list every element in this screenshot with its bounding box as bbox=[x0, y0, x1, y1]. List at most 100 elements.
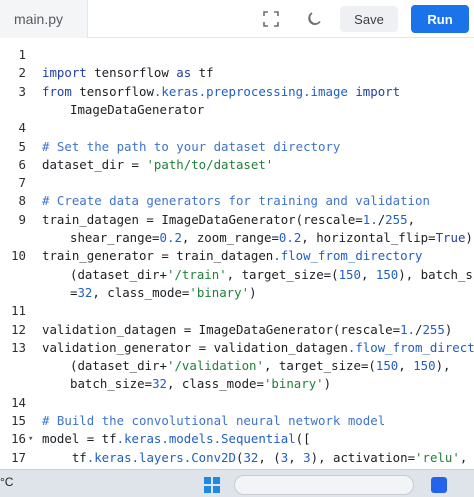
code-text: model = tf.keras.models.Sequential([ bbox=[42, 430, 311, 448]
save-button-label: Save bbox=[354, 11, 384, 27]
code-text: (dataset_dir+'/train', target_size=(150,… bbox=[70, 266, 474, 284]
code-line[interactable]: 9 train_datagen = ImageDataGenerator(resc… bbox=[0, 211, 474, 229]
code-token: , horizontal_flip= bbox=[301, 230, 436, 245]
code-token: 32 bbox=[152, 376, 167, 392]
code-line[interactable]: 5 # Set the path to your dataset director… bbox=[0, 138, 474, 156]
code-token: , zoom_range= bbox=[181, 230, 279, 245]
code-token: import bbox=[355, 83, 401, 99]
code-token: from bbox=[42, 83, 72, 99]
code-token: 255 bbox=[422, 321, 445, 337]
line-number: 6 bbox=[18, 156, 26, 172]
code-token: import bbox=[42, 65, 87, 81]
windows-start-icon[interactable] bbox=[204, 477, 220, 493]
code-token: .keras.models.Sequential bbox=[116, 431, 296, 447]
code-token: ) bbox=[249, 284, 257, 300]
os-taskbar: °C bbox=[0, 469, 474, 497]
code-line[interactable]: 7 bbox=[0, 174, 474, 192]
line-number: 1 bbox=[18, 47, 26, 62]
code-text: tf.keras.layers.Conv2D(32, (3, 3), activ… bbox=[42, 449, 467, 467]
line-number: 17 bbox=[11, 449, 26, 465]
code-token: ), batch_size bbox=[398, 266, 474, 282]
code-token: , class_mode= bbox=[92, 284, 190, 300]
line-number: 4 bbox=[18, 120, 26, 136]
code-line[interactable]: 3 from tensorflow.keras.preprocessing.ima… bbox=[0, 83, 474, 101]
code-token: , bbox=[288, 449, 304, 465]
code-text: from tensorflow.keras.preprocessing.imag… bbox=[42, 83, 400, 101]
file-tab[interactable]: main.py bbox=[0, 0, 88, 38]
code-token: 150 bbox=[338, 266, 361, 282]
code-line[interactable]: (dataset_dir+'/train', target_size=(150,… bbox=[0, 266, 474, 284]
code-line[interactable]: shear_range=0.2, zoom_range=0.2, horizon… bbox=[0, 229, 474, 247]
code-editor[interactable]: 1 2 import tensorflow as tf 3 from tensorflo… bbox=[0, 38, 474, 469]
run-button[interactable]: Run bbox=[411, 5, 469, 33]
code-token: .flow_from_directory bbox=[273, 248, 423, 264]
fold-chevron-icon[interactable]: ▾ bbox=[28, 430, 33, 448]
code-token: , ( bbox=[258, 449, 281, 465]
fullscreen-icon[interactable] bbox=[259, 7, 283, 31]
code-token: 150 bbox=[413, 358, 436, 374]
code-token: ImageDataGenerator bbox=[70, 101, 205, 117]
code-text: # Create data generators for training an… bbox=[42, 192, 430, 210]
code-token: 255 bbox=[385, 211, 408, 227]
code-token: , target_size=( bbox=[263, 358, 376, 374]
code-line[interactable]: 4 bbox=[0, 119, 474, 137]
code-line[interactable]: (dataset_dir+'/validation', target_size=… bbox=[0, 357, 474, 375]
code-token: 1. bbox=[362, 211, 378, 227]
code-token: 150 bbox=[375, 266, 399, 282]
code-line[interactable]: 15 # Build the convolutional neural netwo… bbox=[0, 412, 474, 430]
code-token: # Build the convolutional neural network… bbox=[42, 413, 386, 428]
code-token: tensorflow bbox=[71, 83, 154, 99]
code-line[interactable]: =32, class_mode='binary') bbox=[0, 284, 474, 302]
code-line[interactable]: 12 validation_datagen = ImageDataGenerato… bbox=[0, 321, 474, 339]
line-number: 14 bbox=[11, 394, 26, 410]
code-line[interactable]: 1 bbox=[0, 46, 474, 64]
dark-mode-moon-icon[interactable] bbox=[302, 7, 326, 31]
code-token: ) bbox=[323, 376, 332, 392]
code-token: ) bbox=[465, 230, 473, 245]
code-token: tensorflow bbox=[86, 65, 177, 81]
code-token: 3 bbox=[303, 449, 311, 465]
code-line[interactable]: 8 # Create data generators for training a… bbox=[0, 192, 474, 210]
code-token: 'path/to/dataset' bbox=[146, 156, 274, 172]
editor-toolbar: main.py Save Run bbox=[0, 0, 474, 38]
save-button[interactable]: Save bbox=[340, 6, 398, 32]
code-token: .keras.preprocessing.image bbox=[153, 83, 348, 99]
code-token: # Create data generators for training an… bbox=[42, 193, 430, 209]
code-token: .flow_from_directory bbox=[347, 339, 474, 355]
line-number: 3 bbox=[18, 83, 26, 99]
line-number: 13 bbox=[11, 339, 26, 355]
taskbar-search-box[interactable] bbox=[234, 475, 414, 495]
pinned-app-icon[interactable] bbox=[431, 477, 447, 493]
code-text: train_generator = train_datagen.flow_fro… bbox=[42, 247, 422, 265]
line-number: 2 bbox=[18, 65, 26, 81]
code-token: dataset_dir = bbox=[42, 156, 147, 172]
code-line[interactable]: 17 tf.keras.layers.Conv2D(32, (3, 3), ac… bbox=[0, 449, 474, 467]
code-token: 'relu' bbox=[415, 449, 460, 465]
line-number: 15 bbox=[11, 413, 26, 428]
line-number: 8 bbox=[18, 193, 26, 209]
code-line[interactable]: 11 bbox=[0, 302, 474, 320]
code-line[interactable]: 6 dataset_dir = 'path/to/dataset' bbox=[0, 156, 474, 174]
weather-temperature[interactable]: °C bbox=[0, 475, 13, 489]
code-token: tf bbox=[191, 65, 214, 81]
code-token: as bbox=[176, 65, 192, 81]
code-text: =32, class_mode='binary') bbox=[70, 284, 257, 302]
code-line[interactable]: batch_size=32, class_mode='binary') bbox=[0, 375, 474, 393]
code-text: import tensorflow as tf bbox=[42, 64, 214, 82]
file-tab-label: main.py bbox=[14, 11, 64, 27]
line-number: 10 bbox=[11, 248, 26, 264]
code-line[interactable]: 2 import tensorflow as tf bbox=[0, 64, 474, 82]
run-button-label: Run bbox=[427, 11, 453, 27]
code-line[interactable]: 10 train_generator = train_datagen.flow_f… bbox=[0, 247, 474, 265]
code-line[interactable]: 13 validation_generator = validation_data… bbox=[0, 339, 474, 357]
code-line[interactable]: 14 bbox=[0, 394, 474, 412]
code-token: ), bbox=[435, 358, 451, 374]
code-token: .keras.layers.Conv2D bbox=[86, 449, 236, 465]
code-token: batch_size= bbox=[70, 376, 153, 392]
code-token: (dataset_dir+ bbox=[70, 266, 167, 282]
code-token: '/validation' bbox=[166, 358, 264, 374]
code-line[interactable]: ImageDataGenerator bbox=[0, 101, 474, 119]
code-token: model = tf bbox=[42, 431, 117, 447]
code-line[interactable]: 16 ▾ model = tf.keras.models.Sequential([ bbox=[0, 430, 474, 448]
code-token: True bbox=[435, 230, 466, 245]
